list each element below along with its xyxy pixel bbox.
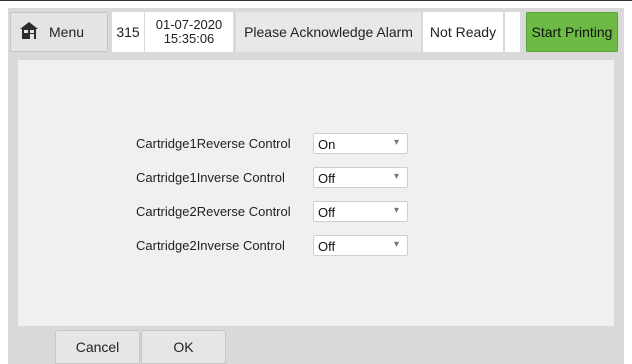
time-text: 15:35:06	[163, 31, 215, 46]
setting-label: Cartridge1Reverse Control	[136, 136, 291, 151]
setting-value: Off	[318, 239, 336, 254]
setting-label: Cartridge2Inverse Control	[136, 238, 285, 253]
setting-select[interactable]: Off ▾	[313, 235, 408, 256]
menu-button[interactable]: Menu	[10, 12, 108, 52]
chevron-down-icon: ▾	[393, 205, 399, 216]
setting-row: Cartridge1Inverse Control Off ▾	[18, 167, 614, 189]
setting-label: Cartridge1Inverse Control	[136, 170, 285, 185]
settings-content: Cartridge1Reverse Control On ▾ Cartridge…	[18, 60, 614, 326]
main-panel: Menu 315 01-07-2020 15:35:06 Please Ackn…	[8, 8, 624, 364]
setting-value: On	[318, 137, 336, 152]
setting-row: Cartridge2Inverse Control Off ▾	[18, 235, 614, 257]
setting-select[interactable]: Off ▾	[313, 167, 408, 188]
cancel-button[interactable]: Cancel	[55, 330, 140, 364]
start-printing-button[interactable]: Start Printing	[526, 12, 618, 52]
setting-row: Cartridge1Reverse Control On ▾	[18, 133, 614, 155]
header-bar: Menu 315 01-07-2020 15:35:06 Please Ackn…	[8, 10, 624, 52]
setting-row: Cartridge2Reverse Control Off ▾	[18, 201, 614, 223]
top-border-line	[0, 0, 632, 1]
status-indicator: Not Ready	[423, 12, 503, 52]
setting-select[interactable]: On ▾	[313, 133, 408, 154]
chevron-down-icon: ▾	[393, 171, 399, 182]
home-icon	[19, 21, 39, 43]
menu-button-label: Menu	[49, 24, 85, 40]
print-count: 315	[112, 12, 144, 52]
date-text: 01-07-2020	[155, 17, 223, 32]
setting-label: Cartridge2Reverse Control	[136, 204, 291, 219]
chevron-down-icon: ▾	[393, 239, 399, 250]
setting-value: Off	[318, 171, 336, 186]
status-blank-box	[505, 12, 520, 52]
setting-value: Off	[318, 205, 336, 220]
chevron-down-icon: ▾	[393, 137, 399, 148]
datetime-display: 01-07-2020 15:35:06	[145, 12, 233, 52]
ok-button[interactable]: OK	[141, 330, 226, 364]
alarm-message[interactable]: Please Acknowledge Alarm	[236, 12, 421, 52]
setting-select[interactable]: Off ▾	[313, 201, 408, 222]
